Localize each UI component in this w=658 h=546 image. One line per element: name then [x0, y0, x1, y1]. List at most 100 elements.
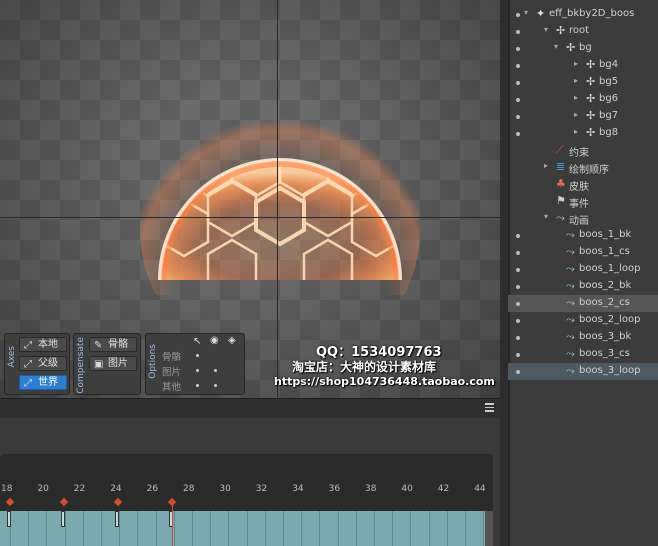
bone-icon: ✢ — [586, 58, 596, 71]
visibility-dot-icon[interactable] — [516, 47, 520, 51]
visibility-dot-icon[interactable] — [516, 30, 520, 34]
visibility-dot-icon[interactable] — [516, 132, 520, 136]
tree-item-label: 事件 — [569, 199, 589, 210]
keyframe-handle[interactable] — [115, 511, 119, 527]
visibility-dot-icon[interactable] — [516, 13, 520, 17]
visibility-dot-icon[interactable] — [516, 98, 520, 102]
tree-row[interactable]: ⤳ boos_2_loop — [508, 312, 658, 329]
axes-local-button[interactable]: ⤢ 本地 — [19, 337, 67, 352]
tree-row[interactable]: ⚑ 事件 — [508, 193, 658, 210]
tree-row[interactable]: ⟋ 约束 — [508, 142, 658, 159]
expand-toggle-icon[interactable]: ▾ — [544, 25, 548, 34]
visibility-dot-icon[interactable] — [516, 251, 520, 255]
compensate-images-button[interactable]: ▣ 图片 — [89, 356, 137, 371]
visibility-dot-icon[interactable] — [516, 319, 520, 323]
timeline-tick-label: 34 — [292, 484, 304, 494]
expand-toggle-icon[interactable]: ▾ — [544, 212, 548, 221]
tree-row[interactable]: ⤳ boos_3_bk — [508, 329, 658, 346]
energy-shield-dome[interactable] — [140, 80, 420, 295]
tree-item-label: 约束 — [569, 148, 589, 159]
timeline-gridline — [301, 511, 303, 546]
timeline-tick-label: 38 — [365, 484, 377, 494]
expand-toggle-icon[interactable]: ▸ — [574, 93, 578, 102]
option-toggle-images-select[interactable] — [196, 369, 199, 372]
tree-item-label: bg5 — [599, 76, 619, 87]
timeline-track[interactable] — [0, 511, 485, 546]
axes-world-button[interactable]: ⤢ 世界 — [19, 375, 67, 390]
tree-row[interactable]: ▾ ✦ eff_bkby2D_boos — [508, 6, 658, 23]
tree-row[interactable]: ▾ ✢ bg — [508, 40, 658, 57]
tree-row[interactable]: ⤳ boos_1_cs — [508, 244, 658, 261]
tree-item-label: boos_2_cs — [579, 297, 630, 308]
option-toggle-bones-select[interactable] — [196, 354, 199, 357]
visibility-dot-icon[interactable] — [516, 234, 520, 238]
animation-icon: ⤳ — [566, 262, 575, 275]
expand-toggle-icon[interactable]: ▾ — [524, 8, 528, 17]
axes-toolbar: Axes ⤢ 本地 ⤢ 父级 ⤢ 世界 — [4, 333, 70, 395]
axes-parent-button[interactable]: ⤢ 父级 — [19, 356, 67, 371]
timeline-playhead[interactable] — [172, 505, 173, 546]
tree-item-label: bg8 — [599, 127, 619, 138]
panel-menu-icon[interactable] — [485, 403, 494, 412]
visibility-dot-icon[interactable] — [516, 81, 520, 85]
animation-icon: ⤳ — [566, 279, 575, 292]
visibility-dot-icon[interactable] — [516, 353, 520, 357]
visibility-dot-icon[interactable] — [516, 370, 520, 374]
tree-row[interactable]: ⤳ boos_1_loop — [508, 261, 658, 278]
visibility-dot-icon[interactable] — [516, 336, 520, 340]
visibility-dot-icon[interactable] — [516, 268, 520, 272]
expand-toggle-icon[interactable]: ▸ — [574, 110, 578, 119]
timeline-scrollbar[interactable] — [485, 511, 493, 546]
tree-row[interactable]: ▾ ⤳ 动画 — [508, 210, 658, 227]
expand-toggle-icon[interactable]: ▸ — [574, 127, 578, 136]
expand-toggle-icon[interactable]: ▸ — [544, 161, 548, 170]
timeline-gridline — [446, 511, 448, 546]
options-toolbar: Options ↖ ◉ ◈ 骨骼 图片 其他 — [145, 333, 245, 395]
tree-item-label: bg4 — [599, 59, 619, 70]
timeline-gridline — [210, 511, 212, 546]
keyframe-handle[interactable] — [7, 511, 11, 527]
tree-row[interactable]: ▸ ≣ 绘制顺序 — [508, 159, 658, 176]
tree-row[interactable]: ▸ ✢ bg7 — [508, 108, 658, 125]
timeline-gridline — [410, 511, 412, 546]
expand-toggle-icon[interactable]: ▸ — [574, 76, 578, 85]
tree-row[interactable]: ⤳ boos_3_loop — [508, 363, 658, 380]
tree-row[interactable]: ▸ ✢ bg5 — [508, 74, 658, 91]
tree-row[interactable]: ⤳ boos_2_bk — [508, 278, 658, 295]
tree-item-label: boos_1_bk — [579, 229, 632, 240]
watermark-shop-name: 淘宝店：大神的设计素材库 — [292, 360, 437, 374]
tree-row[interactable]: ▸ ✢ bg4 — [508, 57, 658, 74]
axis-parent-icon: ⤢ — [24, 359, 32, 370]
expand-toggle-icon[interactable]: ▸ — [574, 59, 578, 68]
visibility-dot-icon[interactable] — [516, 64, 520, 68]
tree-item-label: boos_2_loop — [579, 314, 641, 325]
tree-row[interactable]: ▸ ✢ bg8 — [508, 125, 658, 142]
timeline-gridline — [228, 511, 230, 546]
timeline-gridline — [137, 511, 139, 546]
image-compensate-icon: ▣ — [94, 359, 104, 370]
tree-row[interactable]: ♣ 皮肤 — [508, 176, 658, 193]
tree-row[interactable]: ▾ ✢ root — [508, 23, 658, 40]
visibility-dot-icon[interactable] — [516, 302, 520, 306]
visibility-dot-icon[interactable] — [516, 285, 520, 289]
compensate-bones-button[interactable]: ✎ 骨骼 — [89, 337, 137, 352]
timeline-tick-label: 22 — [73, 484, 86, 494]
watermark-shop-url: https://shop104736448.taobao.com — [274, 375, 495, 388]
tree-item-label: bg6 — [599, 93, 619, 104]
visibility-dot-icon[interactable] — [516, 115, 520, 119]
timeline-tick-label: 32 — [255, 484, 268, 494]
tree-row[interactable]: ▸ ✢ bg6 — [508, 91, 658, 108]
tree-item-label: 皮肤 — [569, 182, 589, 193]
option-toggle-other-visible[interactable] — [214, 384, 217, 387]
compensate-toolbar: Compensate ✎ 骨骼 ▣ 图片 — [73, 333, 141, 395]
timeline-tick-label: 42 — [437, 484, 450, 494]
tree-row[interactable]: ⤳ boos_1_bk — [508, 227, 658, 244]
option-toggle-images-visible[interactable] — [214, 369, 217, 372]
keyframe-handle[interactable] — [61, 511, 65, 527]
tree-row[interactable]: ⤳ boos_2_cs — [508, 295, 658, 312]
expand-toggle-icon[interactable]: ▾ — [554, 42, 558, 51]
tree-item-label: root — [569, 25, 590, 36]
option-toggle-other-select[interactable] — [196, 384, 199, 387]
tree-item-label: boos_3_cs — [579, 348, 630, 359]
tree-row[interactable]: ⤳ boos_3_cs — [508, 346, 658, 363]
